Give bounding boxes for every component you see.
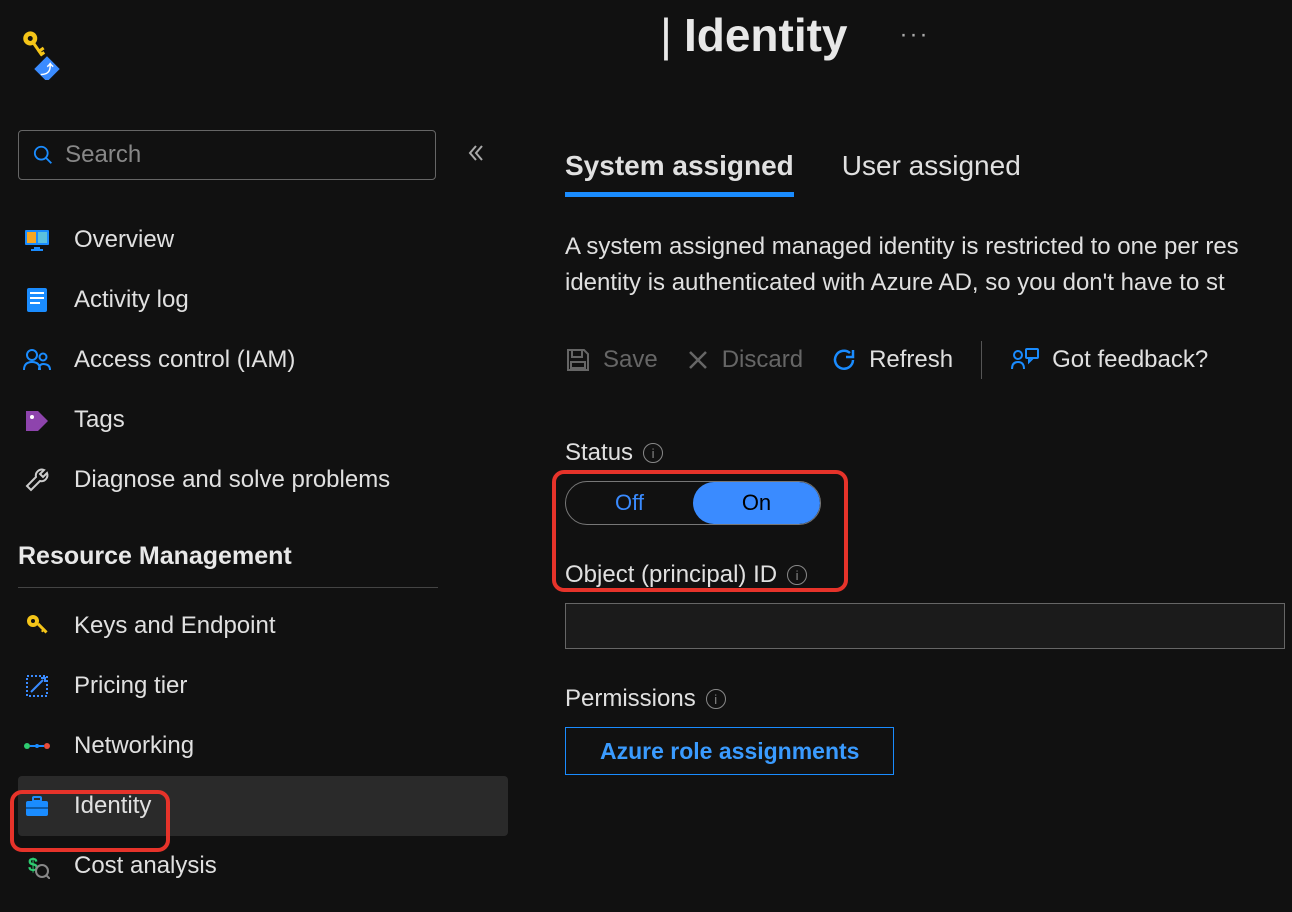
sidebar-item-label: Identity [74,792,151,820]
info-icon[interactable]: i [787,565,807,585]
sidebar-item-access-control[interactable]: Access control (IAM) [18,330,508,390]
sidebar-item-networking[interactable]: Networking [18,716,508,776]
sidebar-item-label: Diagnose and solve problems [74,466,390,494]
sidebar: Overview Activity log Access control (IA… [18,130,508,896]
tabs: System assigned User assigned [565,150,1292,197]
document-icon [22,287,52,313]
search-input[interactable] [65,141,421,169]
object-id-field[interactable] [565,603,1285,649]
refresh-icon [831,347,857,373]
sidebar-item-label: Networking [74,732,194,760]
sidebar-item-tags[interactable]: Tags [18,390,508,450]
people-icon [22,349,52,371]
sidebar-item-label: Pricing tier [74,672,187,700]
save-button[interactable]: Save [565,346,658,374]
status-toggle-off[interactable]: Off [566,482,693,524]
feedback-button[interactable]: Got feedback? [1010,346,1208,374]
briefcase-icon [22,795,52,817]
tab-user-assigned[interactable]: User assigned [842,150,1021,197]
toolbar: Save Discard Refresh Got feedback? [565,341,1292,379]
section-header-resource-management: Resource Management [18,536,508,577]
section-divider [18,587,438,588]
title-separator: | [660,8,672,62]
monitor-icon [22,229,52,251]
status-toggle-on[interactable]: On [693,482,820,524]
resource-type-icon: ⤴ [20,28,64,85]
refresh-button[interactable]: Refresh [831,346,953,374]
sidebar-item-label: Cost analysis [74,852,217,880]
tab-system-assigned[interactable]: System assigned [565,150,794,197]
status-toggle[interactable]: Off On [565,481,821,525]
wrench-icon [22,467,52,493]
tag-icon [22,409,52,431]
main-content: System assigned User assigned A system a… [565,150,1292,775]
sidebar-item-diagnose[interactable]: Diagnose and solve problems [18,450,508,510]
status-label: Status [565,439,633,467]
page-title: Identity [684,8,848,62]
pricing-icon [22,674,52,698]
sidebar-item-label: Tags [74,406,125,434]
info-icon[interactable]: i [643,443,663,463]
network-icon [22,737,52,755]
sidebar-item-identity[interactable]: Identity [18,776,508,836]
azure-role-assignments-button[interactable]: Azure role assignments [565,727,894,775]
collapse-sidebar-button[interactable] [466,143,486,168]
close-icon [686,348,710,372]
discard-button[interactable]: Discard [686,346,803,374]
sidebar-item-cost-analysis[interactable]: $ Cost analysis [18,836,508,896]
info-icon[interactable]: i [706,689,726,709]
object-id-label: Object (principal) ID [565,561,777,589]
sidebar-item-label: Overview [74,226,174,254]
search-icon [33,144,53,166]
sidebar-item-pricing-tier[interactable]: Pricing tier [18,656,508,716]
more-actions-button[interactable]: ··· [900,21,930,49]
save-icon [565,347,591,373]
toolbar-divider [981,341,982,379]
sidebar-item-label: Access control (IAM) [74,346,295,374]
permissions-label: Permissions [565,685,696,713]
identity-description: A system assigned managed identity is re… [565,229,1292,301]
key-icon [22,613,52,639]
feedback-icon [1010,347,1040,373]
cost-icon: $ [22,853,52,879]
svg-text:⤴: ⤴ [40,62,54,77]
sidebar-item-label: Keys and Endpoint [74,612,275,640]
sidebar-item-keys-endpoint[interactable]: Keys and Endpoint [18,596,508,656]
sidebar-item-label: Activity log [74,286,189,314]
sidebar-item-activity-log[interactable]: Activity log [18,270,508,330]
search-input-wrapper[interactable] [18,130,436,180]
sidebar-item-overview[interactable]: Overview [18,210,508,270]
